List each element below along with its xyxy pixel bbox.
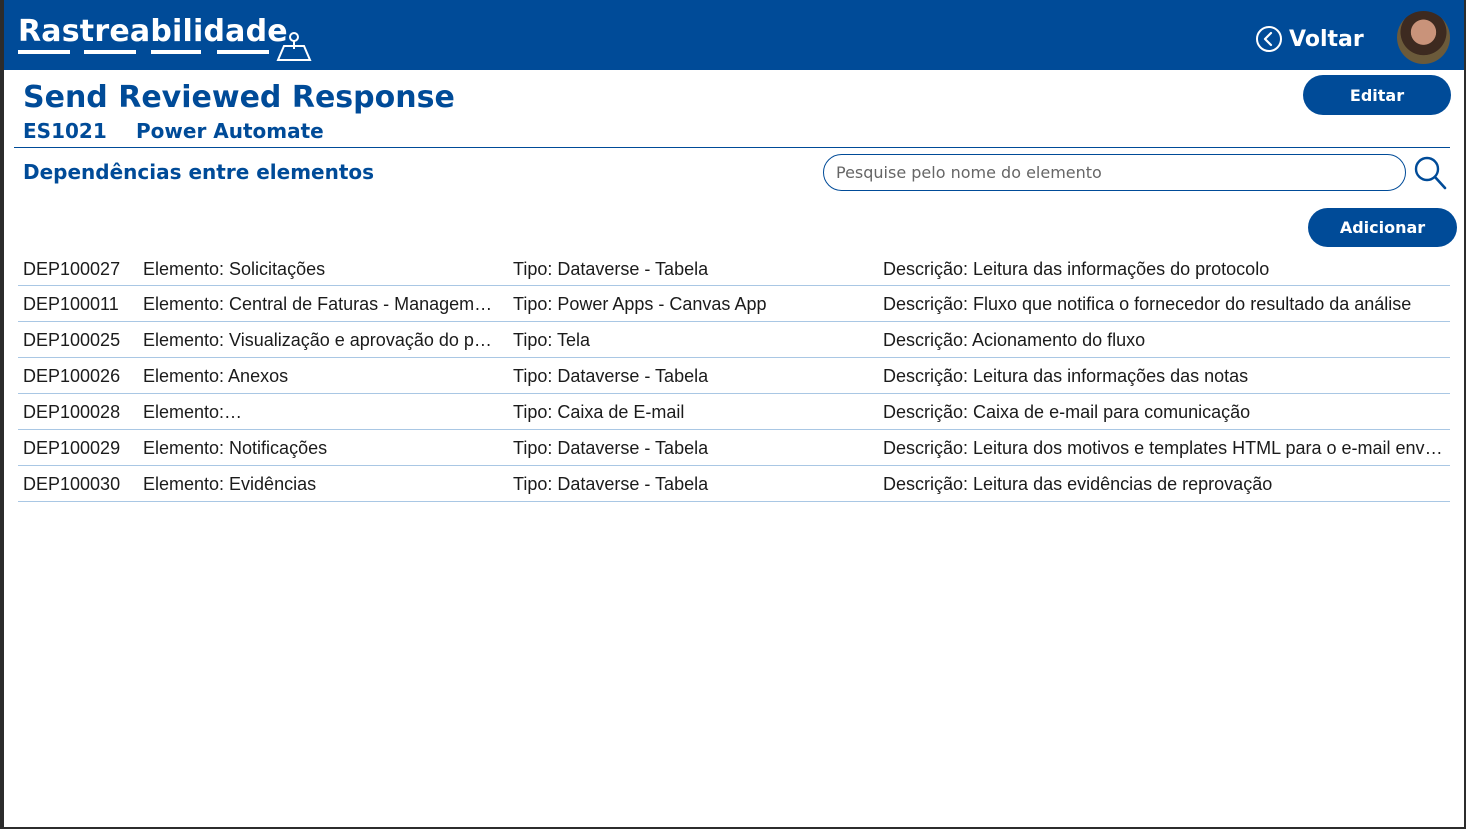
search-input[interactable] xyxy=(823,154,1406,191)
element-code: ES1021 xyxy=(23,119,107,143)
add-button[interactable]: Adicionar xyxy=(1308,208,1457,247)
list-item[interactable]: DEP100029 Elemento: Notificações Tipo: D… xyxy=(18,430,1450,466)
dependency-description: Descrição: Leitura das informações do pr… xyxy=(883,259,1270,279)
edit-button[interactable]: Editar xyxy=(1303,75,1451,115)
dependency-description: Descrição: Leitura dos motivos e templat… xyxy=(883,438,1443,458)
brand-title: Rastreabilidade xyxy=(18,14,288,49)
top-bar: Rastreabilidade Voltar xyxy=(0,0,1466,70)
dependency-element-label: Elemento: xyxy=(143,402,225,422)
dependency-type: Tipo: Caixa de E-mail xyxy=(513,402,685,422)
dependency-element: Elemento: Notificações xyxy=(143,438,328,458)
avatar[interactable] xyxy=(1397,11,1450,64)
dependency-type: Tipo: Power Apps - Canvas App xyxy=(513,294,767,314)
dependency-description: Descrição: Leitura das evidências de rep… xyxy=(883,474,1273,494)
list-item[interactable]: DEP100025 Elemento: Visualização e aprov… xyxy=(18,322,1450,358)
dependency-id: DEP100027 xyxy=(23,259,121,279)
chevron-left-circle-icon xyxy=(1256,26,1282,52)
dependency-id: DEP100011 xyxy=(23,294,119,314)
dependency-description: Descrição: Acionamento do fluxo xyxy=(883,330,1146,350)
dependency-element: Elemento: Anexos xyxy=(143,366,289,386)
ellipsis: … xyxy=(476,402,493,422)
back-button[interactable]: Voltar xyxy=(1255,25,1364,53)
back-label: Voltar xyxy=(1289,26,1364,52)
search-icon[interactable] xyxy=(1412,155,1448,191)
dependency-type: Tipo: Dataverse - Tabela xyxy=(513,366,709,386)
page-title: Send Reviewed Response xyxy=(23,80,455,115)
redacted-block xyxy=(224,402,477,424)
list-item[interactable]: DEP100028 Elemento: … Tipo: Caixa de E-ma… xyxy=(18,394,1450,430)
dependency-id: DEP100029 xyxy=(23,438,121,458)
dependency-element: Elemento: Solicitações xyxy=(143,259,326,279)
dependency-element: Elemento: Central de Faturas - Managemen… xyxy=(143,294,493,314)
dependency-type: Tipo: Dataverse - Tabela xyxy=(513,438,709,458)
dependency-type: Tipo: Tela xyxy=(513,330,591,350)
dependency-description: Descrição: Caixa de e-mail para comunica… xyxy=(883,402,1251,422)
dependency-id: DEP100025 xyxy=(23,330,121,350)
map-pin-icon xyxy=(276,32,312,61)
header-divider xyxy=(14,147,1450,148)
dependency-id: DEP100028 xyxy=(23,402,121,422)
dependencies-list: DEP100027 Elemento: Solicitações Tipo: D… xyxy=(18,251,1450,502)
element-type: Power Automate xyxy=(136,119,324,143)
dependency-type: Tipo: Dataverse - Tabela xyxy=(513,259,709,279)
section-title: Dependências entre elementos xyxy=(23,160,375,184)
list-item[interactable]: DEP100011 Elemento: Central de Faturas -… xyxy=(18,286,1450,322)
list-item[interactable]: DEP100030 Elemento: Evidências Tipo: Dat… xyxy=(18,466,1450,502)
dependency-element-redacted: Elemento: … xyxy=(143,402,493,424)
dependency-id: DEP100030 xyxy=(23,474,121,494)
dependency-type: Tipo: Dataverse - Tabela xyxy=(513,474,709,494)
dependency-element: Elemento: Visualização e aprovação do pr… xyxy=(143,330,493,350)
list-item[interactable]: DEP100027 Elemento: Solicitações Tipo: D… xyxy=(18,251,1450,286)
dependency-description: Descrição: Fluxo que notifica o forneced… xyxy=(883,294,1412,314)
dependency-description: Descrição: Leitura das informações das n… xyxy=(883,366,1249,386)
dependency-element: Elemento: Evidências xyxy=(143,474,317,494)
dependency-id: DEP100026 xyxy=(23,366,121,386)
list-item[interactable]: DEP100026 Elemento: Anexos Tipo: Dataver… xyxy=(18,358,1450,394)
